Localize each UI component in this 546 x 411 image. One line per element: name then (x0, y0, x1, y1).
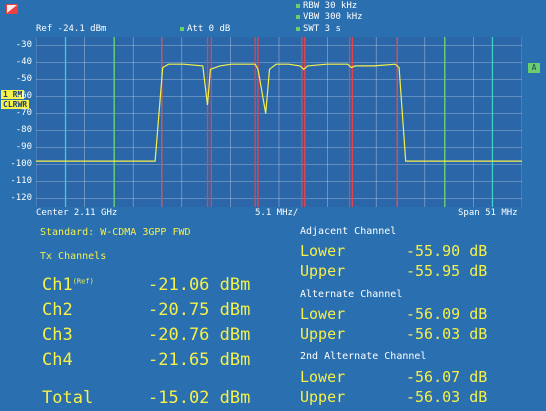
y-tick-label: -120 (10, 192, 32, 203)
y-tick-label: -90 (15, 141, 32, 152)
y-tick-label: -40 (15, 56, 32, 67)
channel-name: Ch1 (42, 275, 73, 295)
adjacent-upper-label: Upper (300, 262, 346, 280)
channel-value-ch1: -21.06 dBm (148, 275, 251, 295)
alternate-lower-value: -56.09 dB (406, 305, 488, 323)
trace-a-indicator[interactable]: A (528, 63, 540, 73)
rbw-dot (296, 3, 300, 8)
center-frequency: Center 2.11 GHz (36, 208, 118, 218)
channel-name-ch3: Ch3 (42, 325, 73, 345)
span-per-division: 5.1 MHz/ (255, 208, 299, 218)
alt2-lower-label: Lower (300, 368, 346, 386)
alternate-channel-title: Alternate Channel (300, 289, 403, 300)
y-tick-label: -60 (15, 90, 32, 101)
rohde-schwarz-logo (6, 4, 18, 14)
adjacent-channel-title: Adjacent Channel (300, 226, 397, 237)
alternate-upper-label: Upper (300, 325, 346, 343)
channel-name-ch2: Ch2 (42, 300, 73, 320)
channel-value-ch3: -20.76 dBm (148, 325, 251, 345)
y-tick-label: -110 (10, 175, 32, 186)
adjacent-lower-value: -55.90 dB (406, 242, 488, 260)
total-label: Total (42, 388, 94, 408)
adjacent-lower-label: Lower (300, 242, 346, 260)
swt-dot (296, 26, 300, 31)
alt2-upper-label: Upper (300, 388, 346, 406)
vbw-dot (296, 14, 300, 19)
att-dot (180, 26, 184, 31)
y-tick-label: -50 (15, 73, 32, 84)
alt2-lower-value: -56.07 dB (406, 368, 488, 386)
channel-ref-marker: (Ref) (72, 277, 94, 286)
alternate-upper-value: -56.03 dB (406, 325, 488, 343)
channel-value-ch4: -21.65 dBm (148, 350, 251, 370)
channel-row-ch1: Ch1(Ref) (42, 275, 94, 295)
y-tick-label: -100 (10, 158, 32, 169)
second-alternate-channel-title: 2nd Alternate Channel (300, 351, 427, 362)
channel-value-ch2: -20.75 dBm (148, 300, 251, 320)
y-tick-label: -80 (15, 124, 32, 135)
ref-level: Ref -24.1 dBm (36, 24, 107, 34)
vbw-label: VBW 300 kHz (296, 12, 363, 22)
rbw-label: RBW 30 kHz (296, 1, 357, 11)
alt2-upper-value: -56.03 dB (406, 388, 488, 406)
standard-label: Standard: W-CDMA 3GPP FWD (40, 227, 191, 238)
attenuation: Att 0 dB (180, 24, 230, 34)
adjacent-upper-value: -55.95 dB (406, 262, 488, 280)
sweep-time: SWT 3 s (296, 24, 341, 34)
y-tick-label: -30 (15, 39, 32, 50)
total-value: -15.02 dBm (148, 388, 251, 408)
channel-name-ch4: Ch4 (42, 350, 73, 370)
tx-channels-title: Tx Channels (40, 251, 107, 262)
span-value: Span 51 MHz (458, 208, 518, 218)
alternate-lower-label: Lower (300, 305, 346, 323)
y-tick-label: -70 (15, 107, 32, 118)
spectrum-plot[interactable] (36, 37, 522, 207)
